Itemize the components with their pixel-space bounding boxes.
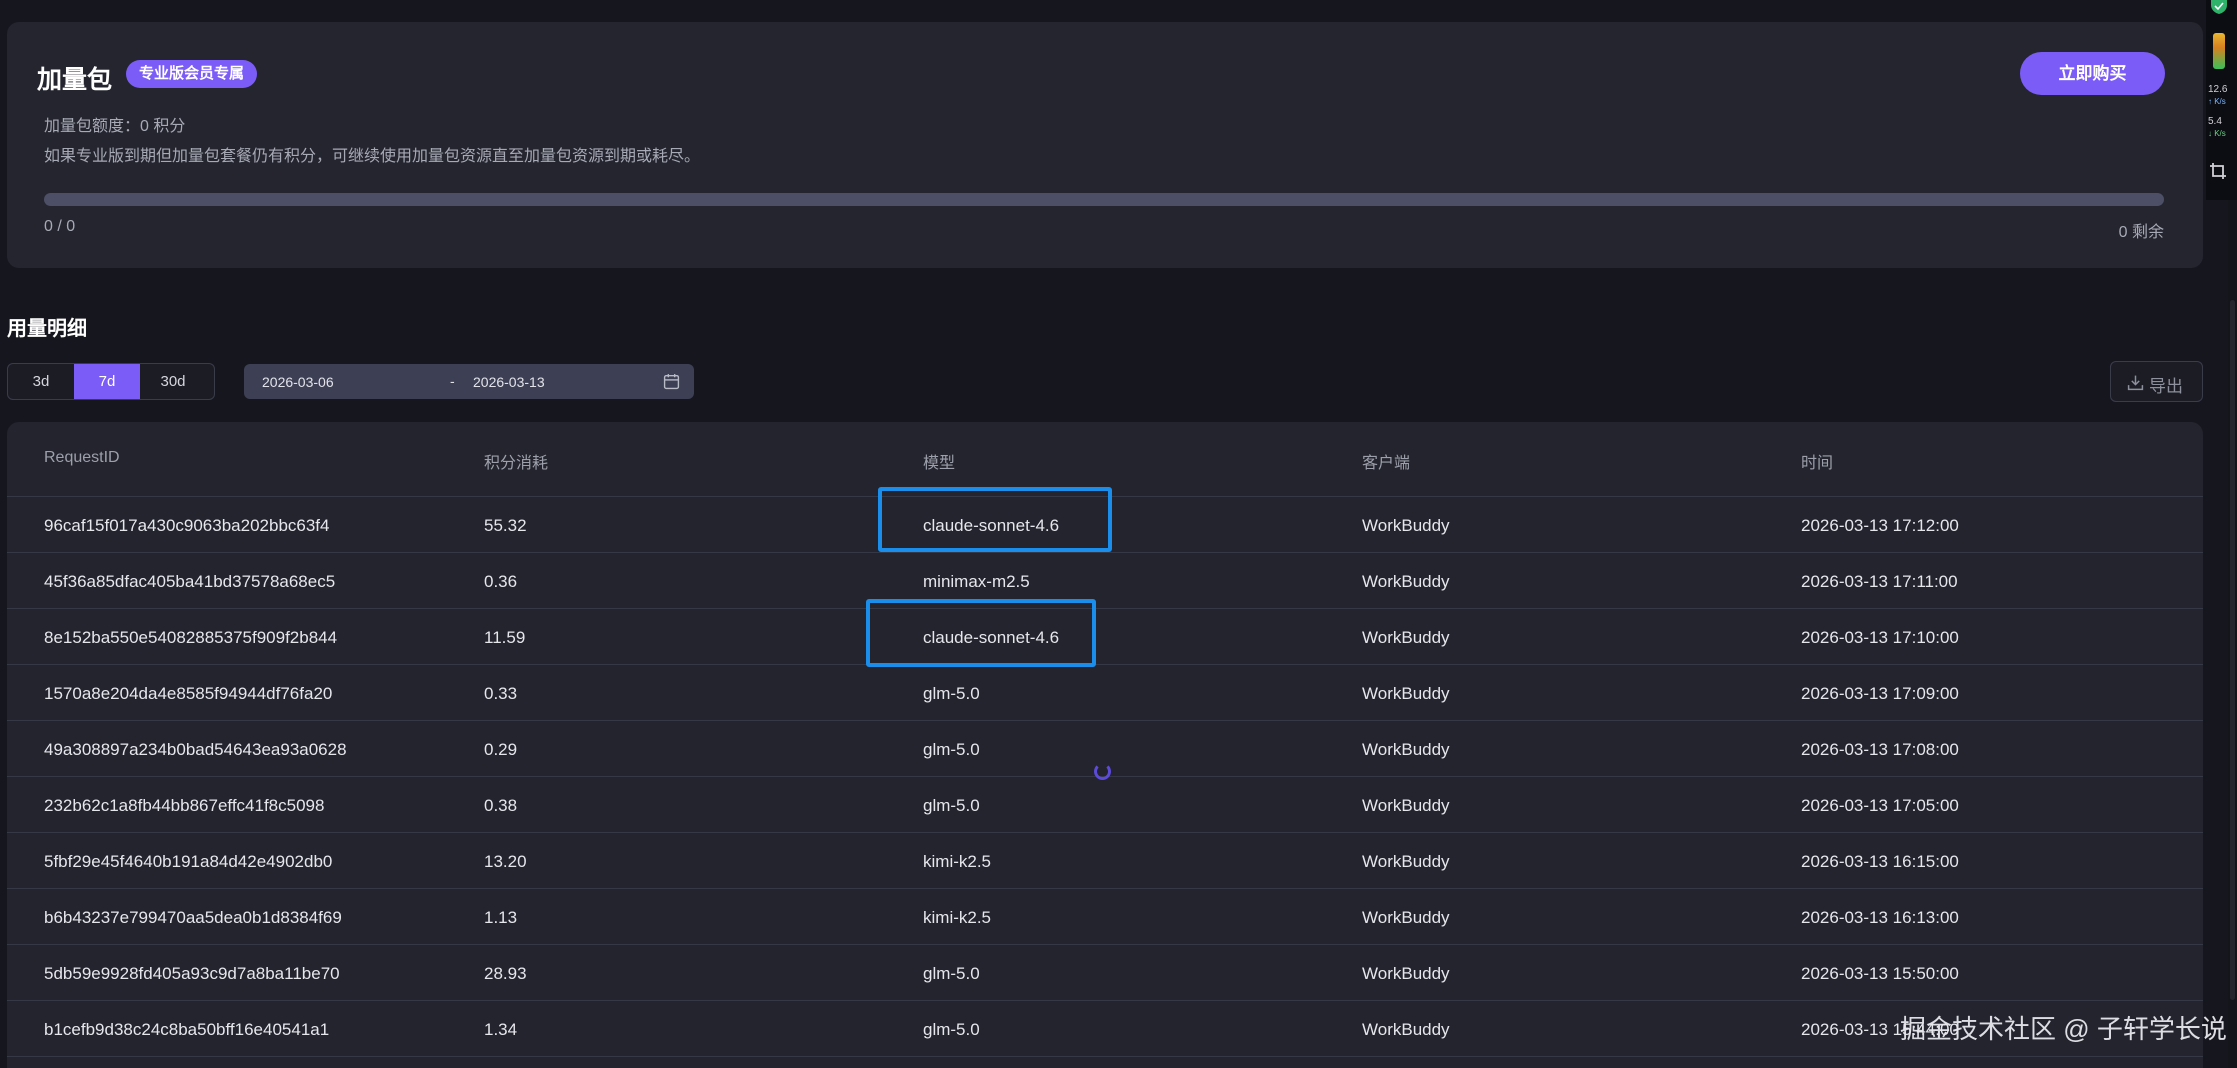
usage-section-title: 用量明细: [7, 318, 87, 340]
cell-client: WorkBuddy: [1362, 796, 1450, 815]
cell-request-id: b1cefb9d38c24c8ba50bff16e40541a1: [44, 1020, 330, 1039]
buy-now-button[interactable]: 立即购买: [2020, 52, 2165, 95]
date-start[interactable]: 2026-03-06: [262, 374, 334, 390]
cell-model: minimax-m2.5: [923, 572, 1030, 591]
cell-credits: 0.36: [484, 572, 518, 591]
cell-time: 2026-03-13 17:05:00: [1801, 796, 1959, 815]
range-3d-button[interactable]: 3d: [8, 364, 74, 399]
cell-request-id: 1570a8e204da4e8585f94944df76fa20: [44, 684, 333, 703]
cell-time: 2026-03-13 17:10:00: [1801, 628, 1959, 647]
cell-credits: 28.93: [484, 964, 527, 983]
cell-request-id: b6b43237e799470aa5dea0b1d8384f69: [44, 908, 342, 927]
cell-model: glm-5.0: [923, 964, 980, 983]
cell-credits: 1.34: [484, 1020, 518, 1039]
column-header-time: 时间: [1801, 455, 1834, 472]
cell-client: WorkBuddy: [1362, 740, 1450, 759]
cell-model: glm-5.0: [923, 1020, 980, 1039]
cell-request-id: 232b62c1a8fb44bb867effc41f8c5098: [44, 796, 325, 815]
shield-check-icon[interactable]: [2210, 0, 2228, 14]
cell-client: WorkBuddy: [1362, 572, 1450, 591]
download-speed-unit: ↓ K/s: [2208, 129, 2226, 138]
range-7d-button[interactable]: 7d: [74, 364, 140, 399]
export-label: 导出: [2149, 377, 2183, 396]
cell-model: kimi-k2.5: [923, 908, 992, 927]
table-row: 1570a8e204da4e8585f94944df76fa20 0.33 gl…: [7, 665, 2203, 721]
cell-client: WorkBuddy: [1362, 964, 1450, 983]
cell-time: 2026-03-13 16:15:00: [1801, 852, 1959, 871]
cell-time: 2026-03-13 16:13:00: [1801, 908, 1959, 927]
screenshot-crop-icon[interactable]: [2209, 162, 2227, 180]
cell-credits: 0.33: [484, 684, 518, 703]
billing-page: 加量包 专业版会员专属 加量包额度：0 积分 如果专业版到期但加量包套餐仍有积分…: [0, 0, 2227, 1068]
column-header-model: 模型: [923, 455, 956, 472]
cell-client: WorkBuddy: [1362, 852, 1450, 871]
range-30d-button[interactable]: 30d: [140, 364, 206, 399]
time-range-selector: 3d 7d 30d: [7, 363, 215, 400]
addon-used-count: 0 / 0: [44, 218, 76, 235]
cell-client: WorkBuddy: [1362, 1020, 1450, 1039]
cell-client: WorkBuddy: [1362, 684, 1450, 703]
page-scrollbar-thumb[interactable]: [2230, 300, 2235, 1000]
date-range-picker[interactable]: 2026-03-06 - 2026-03-13: [244, 364, 694, 399]
cell-credits: 0.38: [484, 796, 518, 815]
upload-speed-value: 12.6: [2208, 84, 2228, 95]
upload-speed: 12.6 ↑ K/s: [2208, 84, 2237, 108]
date-separator: -: [450, 373, 455, 389]
cell-time: 2026-03-13 15:50:00: [1801, 964, 1959, 983]
table-row: 5db59e9928fd405a93c9d7a8ba11be70 28.93 g…: [7, 945, 2203, 1001]
cell-credits: 13.20: [484, 852, 527, 871]
cell-model: glm-5.0: [923, 796, 980, 815]
cell-model: glm-5.0: [923, 684, 980, 703]
cell-credits: 11.59: [484, 628, 526, 647]
table-row: 5fbf29e45f4640b191a84d42e4902db0 13.20 k…: [7, 833, 2203, 889]
cell-client: WorkBuddy: [1362, 628, 1450, 647]
table-row: 232b62c1a8fb44bb867effc41f8c5098 0.38 gl…: [7, 777, 2203, 833]
date-end[interactable]: 2026-03-13: [473, 374, 545, 390]
cell-request-id: 45f36a85dfac405ba41bd37578a68ec5: [44, 572, 336, 591]
table-row: 8e152ba550e54082885375f909f2b844 11.59 c…: [7, 609, 2203, 665]
download-speed: 5.4 ↓ K/s: [2208, 116, 2237, 140]
cell-request-id: 96caf15f017a430c9063ba202bbc63f4: [44, 516, 330, 535]
cell-client: WorkBuddy: [1362, 516, 1450, 535]
cell-time: 2026-03-13 17:11:00: [1801, 572, 1958, 591]
download-icon: [2127, 375, 2144, 391]
cell-model: claude-sonnet-4.6: [923, 628, 1060, 647]
column-header-client: 客户端: [1362, 455, 1411, 472]
export-button[interactable]: 导出: [2110, 361, 2203, 402]
cell-credits: 55.32: [484, 516, 527, 535]
battery-level-icon: [2213, 33, 2225, 69]
addon-title: 加量包: [37, 66, 113, 94]
cell-credits: 0.29: [484, 740, 518, 759]
cell-time: 2026-03-13 17:12:00: [1801, 516, 1959, 535]
cell-model: glm-5.0: [923, 740, 980, 759]
table-row: b1cefb9d38c24c8ba50bff16e40541a1 1.34 gl…: [7, 1001, 2203, 1057]
cell-model: claude-sonnet-4.6: [923, 516, 1060, 535]
table-row: 45f36a85dfac405ba41bd37578a68ec5 0.36 mi…: [7, 553, 2203, 609]
cell-request-id: 8e152ba550e54082885375f909f2b844: [44, 628, 338, 647]
column-header-request-id: RequestID: [44, 449, 120, 466]
table-row: 96caf15f017a430c9063ba202bbc63f4 55.32 c…: [7, 497, 2203, 553]
loading-spinner-icon: [1094, 763, 1111, 780]
table-row: b6b43237e799470aa5dea0b1d8384f69 1.13 ki…: [7, 889, 2203, 945]
table-header: RequestID 积分消耗 模型 客户端 时间: [7, 422, 2203, 497]
cell-time: 2026-03-13 17:08:00: [1801, 740, 1959, 759]
cell-model: kimi-k2.5: [923, 852, 992, 871]
usage-table: RequestID 积分消耗 模型 客户端 时间 96caf15f017a430…: [7, 422, 2203, 1068]
cell-credits: 1.13: [484, 908, 518, 927]
cell-request-id: 5db59e9928fd405a93c9d7a8ba11be70: [44, 964, 340, 983]
addon-remaining: 0 剩余: [2118, 224, 2164, 241]
cell-request-id: 49a308897a234b0bad54643ea93a0628: [44, 740, 347, 759]
calendar-icon[interactable]: [663, 373, 680, 390]
upload-speed-unit: ↑ K/s: [2208, 97, 2226, 106]
pro-member-badge: 专业版会员专属: [126, 60, 258, 88]
cell-time: 2026-03-13 17:09:00: [1801, 684, 1959, 703]
addon-quota: 加量包额度：0 积分: [44, 118, 186, 135]
addon-progress-bar: [44, 193, 2164, 206]
download-speed-value: 5.4: [2208, 116, 2222, 127]
addon-note: 如果专业版到期但加量包套餐仍有积分，可继续使用加量包资源直至加量包资源到期或耗尽…: [44, 148, 701, 165]
cell-request-id: 5fbf29e45f4640b191a84d42e4902db0: [44, 852, 333, 871]
column-header-credits: 积分消耗: [484, 455, 549, 472]
cell-client: WorkBuddy: [1362, 908, 1450, 927]
watermark: 掘金技术社区 @ 子轩学长说: [1900, 1014, 2227, 1044]
